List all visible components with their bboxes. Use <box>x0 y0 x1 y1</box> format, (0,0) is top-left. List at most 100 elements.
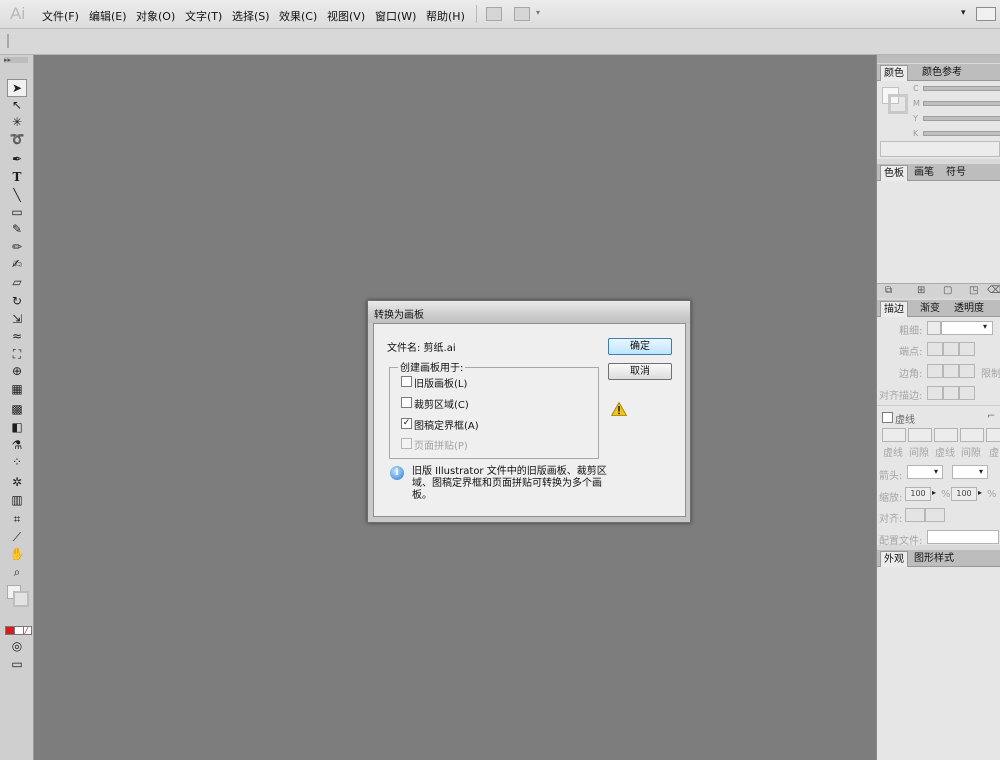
round-join-icon[interactable] <box>943 364 959 378</box>
lasso-tool-icon[interactable]: ➰ <box>8 131 26 147</box>
arrange-documents-icon[interactable] <box>514 7 530 21</box>
eyedropper-tool-icon[interactable]: ⚗ <box>8 437 26 453</box>
color-spectrum-bar[interactable] <box>880 141 1000 157</box>
control-bar-grip[interactable] <box>7 34 9 48</box>
magenta-slider[interactable] <box>923 101 1000 106</box>
legacy-artboard-label[interactable]: 旧版画板(L) <box>414 375 467 390</box>
panel-dock-grip[interactable] <box>877 55 1000 63</box>
tab-stroke[interactable]: 描边 <box>880 301 908 317</box>
artwork-bounds-label[interactable]: 图稿定界框(A) <box>414 417 479 432</box>
type-tool-icon[interactable]: T <box>8 169 26 185</box>
shape-builder-tool-icon[interactable]: ⊕ <box>8 363 26 379</box>
rectangle-tool-icon[interactable]: ▭ <box>8 204 26 220</box>
tab-appearance[interactable]: 外观 <box>880 551 908 567</box>
rotate-tool-icon[interactable]: ↻ <box>8 293 26 309</box>
end-arrowhead-dropdown-icon[interactable]: ▾ <box>979 467 983 476</box>
miter-join-icon[interactable] <box>927 364 943 378</box>
menu-window[interactable]: 窗口(W) <box>375 8 416 24</box>
free-transform-tool-icon[interactable]: ⛶ <box>8 346 26 362</box>
menu-file[interactable]: 文件(F) <box>42 8 79 24</box>
round-cap-icon[interactable] <box>943 342 959 356</box>
dash-input-1[interactable] <box>882 428 906 442</box>
ok-button[interactable]: 确定 <box>608 338 672 355</box>
slice-tool-icon[interactable]: ⟋ <box>8 529 26 545</box>
workspace-dropdown-icon[interactable]: ▾ <box>961 8 966 18</box>
start-arrowhead-dropdown-icon[interactable]: ▾ <box>934 467 938 476</box>
artboard-tool-icon[interactable]: ⌗ <box>8 511 26 527</box>
menu-effect[interactable]: 效果(C) <box>279 8 317 24</box>
mesh-tool-icon[interactable]: ▩ <box>8 401 26 417</box>
swatch-options-icon[interactable]: ▢ <box>943 285 952 296</box>
warp-tool-icon[interactable]: ≈ <box>8 328 26 344</box>
tab-graphic-styles[interactable]: 图形样式 <box>911 551 957 566</box>
perspective-grid-tool-icon[interactable]: ▦ <box>8 381 26 397</box>
blob-brush-tool-icon[interactable]: ✍ <box>8 256 26 272</box>
pencil-tool-icon[interactable]: ✏ <box>8 239 26 255</box>
cancel-button[interactable]: 取消 <box>608 363 672 380</box>
screen-mode-icon[interactable]: ▭ <box>8 656 26 672</box>
new-swatch-icon[interactable]: ◳ <box>969 285 978 296</box>
cyan-slider[interactable] <box>923 86 1000 91</box>
direct-selection-tool-icon[interactable]: ↖ <box>8 97 26 113</box>
minimize-button[interactable] <box>976 7 996 21</box>
dash-input-2[interactable] <box>934 428 958 442</box>
yellow-slider[interactable] <box>923 116 1000 121</box>
menu-type[interactable]: 文字(T) <box>185 8 222 24</box>
black-slider[interactable] <box>923 131 1000 136</box>
align-inside-icon[interactable] <box>943 386 959 400</box>
tab-transparency[interactable]: 透明度 <box>951 301 987 316</box>
magic-wand-tool-icon[interactable]: ✳ <box>8 114 26 130</box>
stroke-swatch[interactable] <box>13 591 29 607</box>
tab-swatches[interactable]: 色板 <box>880 165 908 181</box>
column-graph-tool-icon[interactable]: ▥ <box>8 492 26 508</box>
dash-align-icon[interactable]: ⌐ <box>987 411 995 422</box>
menu-help[interactable]: 帮助(H) <box>426 8 465 24</box>
butt-cap-icon[interactable] <box>927 342 943 356</box>
blend-tool-icon[interactable]: ⁘ <box>8 454 26 470</box>
page-tiling-checkbox[interactable] <box>401 438 412 449</box>
menu-object[interactable]: 对象(O) <box>136 8 175 24</box>
profile-select[interactable] <box>927 530 999 544</box>
menu-view[interactable]: 视图(V) <box>327 8 365 24</box>
tab-brushes[interactable]: 画笔 <box>911 165 937 180</box>
arrow-align-tip-icon[interactable] <box>905 508 925 522</box>
zoom-tool-icon[interactable]: ⌕ <box>8 564 26 580</box>
eraser-tool-icon[interactable]: ▱ <box>8 274 26 290</box>
scale-tool-icon[interactable]: ⇲ <box>8 311 26 327</box>
pen-tool-icon[interactable]: ✒ <box>8 151 26 167</box>
arrow-align-end-icon[interactable] <box>925 508 945 522</box>
tab-symbols[interactable]: 符号 <box>943 165 969 180</box>
gap-input-2[interactable] <box>960 428 984 442</box>
tools-panel-collapse-icon[interactable]: ▸▸ <box>4 57 28 64</box>
dash-input-3[interactable] <box>986 428 1000 442</box>
tab-color-guide[interactable]: 颜色参考 <box>919 65 965 80</box>
projecting-cap-icon[interactable] <box>959 342 975 356</box>
start-scale-dropdown-icon[interactable]: ▸ <box>932 488 936 497</box>
bevel-join-icon[interactable] <box>959 364 975 378</box>
dialog-title-bar[interactable]: 转换为画板 <box>368 301 690 323</box>
crop-area-label[interactable]: 裁剪区域(C) <box>414 396 469 411</box>
crop-area-checkbox[interactable] <box>401 397 412 408</box>
color-stroke-proxy[interactable] <box>888 94 908 114</box>
gradient-tool-icon[interactable]: ◧ <box>8 419 26 435</box>
legacy-artboard-checkbox[interactable] <box>401 376 412 387</box>
stroke-weight-stepper[interactable] <box>927 321 941 335</box>
end-scale-dropdown-icon[interactable]: ▸ <box>978 488 982 497</box>
align-center-icon[interactable] <box>927 386 943 400</box>
start-scale-input[interactable]: 100 <box>905 487 931 501</box>
paintbrush-tool-icon[interactable]: ✎ <box>8 221 26 237</box>
stroke-weight-dropdown-icon[interactable]: ▾ <box>983 322 987 331</box>
tab-color[interactable]: 颜色 <box>880 65 908 81</box>
dashed-line-checkbox[interactable] <box>882 412 893 423</box>
menu-edit[interactable]: 编辑(E) <box>89 8 127 24</box>
gap-input-1[interactable] <box>908 428 932 442</box>
arrange-dropdown-icon[interactable]: ▾ <box>536 8 540 17</box>
artwork-bounds-checkbox[interactable]: ✓ <box>401 418 412 429</box>
bridge-icon[interactable] <box>486 7 502 21</box>
selection-tool-icon[interactable]: ➤ <box>7 79 27 97</box>
delete-swatch-icon[interactable]: ⌫ <box>987 285 1000 296</box>
none-mode-button[interactable]: ╱ <box>23 626 32 635</box>
menu-select[interactable]: 选择(S) <box>232 8 270 24</box>
end-scale-input[interactable]: 100 <box>951 487 977 501</box>
line-tool-icon[interactable]: ╲ <box>8 187 26 203</box>
